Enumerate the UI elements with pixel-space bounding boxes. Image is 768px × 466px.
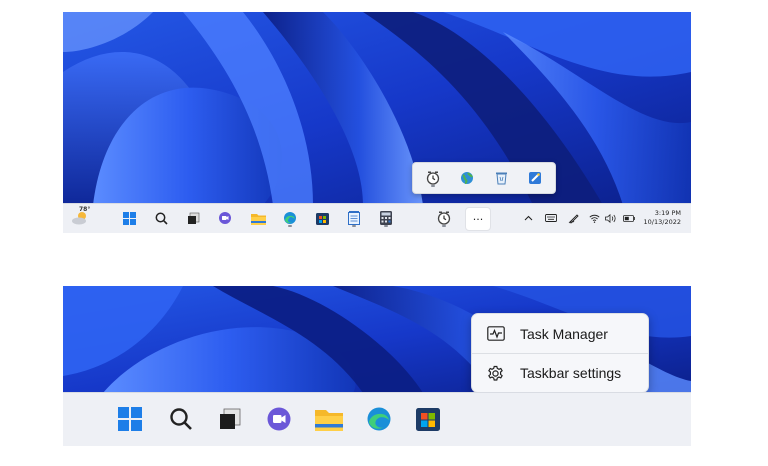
- search-icon[interactable]: [166, 404, 196, 434]
- start-icon[interactable]: [115, 404, 145, 434]
- task-manager-menu-item[interactable]: Task Manager: [472, 315, 648, 353]
- clock-icon[interactable]: [434, 208, 454, 228]
- task-view-icon[interactable]: [215, 404, 245, 434]
- show-hidden-apps-button[interactable]: ···: [465, 207, 491, 231]
- chevron-up-icon[interactable]: [521, 209, 535, 227]
- search-icon[interactable]: [151, 208, 171, 228]
- file-explorer-icon[interactable]: [248, 208, 268, 228]
- desktop-screenshot-top: 78° ··· 3:19 PM 10/13/2022: [63, 12, 691, 233]
- volume-icon[interactable]: [603, 209, 619, 227]
- teams-chat-icon[interactable]: [264, 404, 294, 434]
- recycle-bin-icon[interactable]: [491, 168, 511, 188]
- notepad-icon[interactable]: [344, 208, 364, 228]
- task-manager-icon: [487, 326, 505, 344]
- store-icon[interactable]: [312, 208, 332, 228]
- taskbar-overflow-flyout: [412, 162, 556, 194]
- maps-globe-icon[interactable]: [457, 168, 477, 188]
- taskbar-context-menu: Task Manager Taskbar settings: [471, 313, 649, 393]
- task-view-icon[interactable]: [183, 208, 203, 228]
- start-icon[interactable]: [119, 208, 139, 228]
- taskbar: [63, 392, 691, 446]
- clock-icon[interactable]: [423, 168, 443, 188]
- store-icon[interactable]: [413, 404, 443, 434]
- wifi-icon[interactable]: [587, 209, 601, 227]
- clock-time: 3:19 PM: [654, 209, 681, 217]
- file-explorer-icon[interactable]: [314, 404, 344, 434]
- taskbar-settings-label: Taskbar settings: [520, 365, 622, 381]
- weather-temperature: 78°: [79, 206, 91, 213]
- edge-icon[interactable]: [280, 208, 300, 228]
- system-clock[interactable]: 3:19 PM 10/13/2022: [644, 209, 681, 227]
- teams-chat-icon[interactable]: [215, 208, 235, 228]
- calculator-icon[interactable]: [376, 208, 396, 228]
- clock-date: 10/13/2022: [643, 218, 681, 226]
- battery-icon[interactable]: [621, 209, 637, 227]
- task-manager-label: Task Manager: [520, 326, 608, 342]
- pen-icon[interactable]: [566, 209, 582, 227]
- wallpaper-bloom: [63, 12, 691, 205]
- paint-icon[interactable]: [525, 168, 545, 188]
- settings-gear-icon: [487, 365, 504, 385]
- desktop-screenshot-bottom: Task Manager Taskbar settings: [63, 286, 691, 446]
- edge-icon[interactable]: [364, 404, 394, 434]
- taskbar-settings-menu-item[interactable]: Taskbar settings: [472, 354, 648, 392]
- taskbar: 78° ··· 3:19 PM 10/13/2022: [63, 203, 691, 233]
- keyboard-icon[interactable]: [543, 209, 559, 227]
